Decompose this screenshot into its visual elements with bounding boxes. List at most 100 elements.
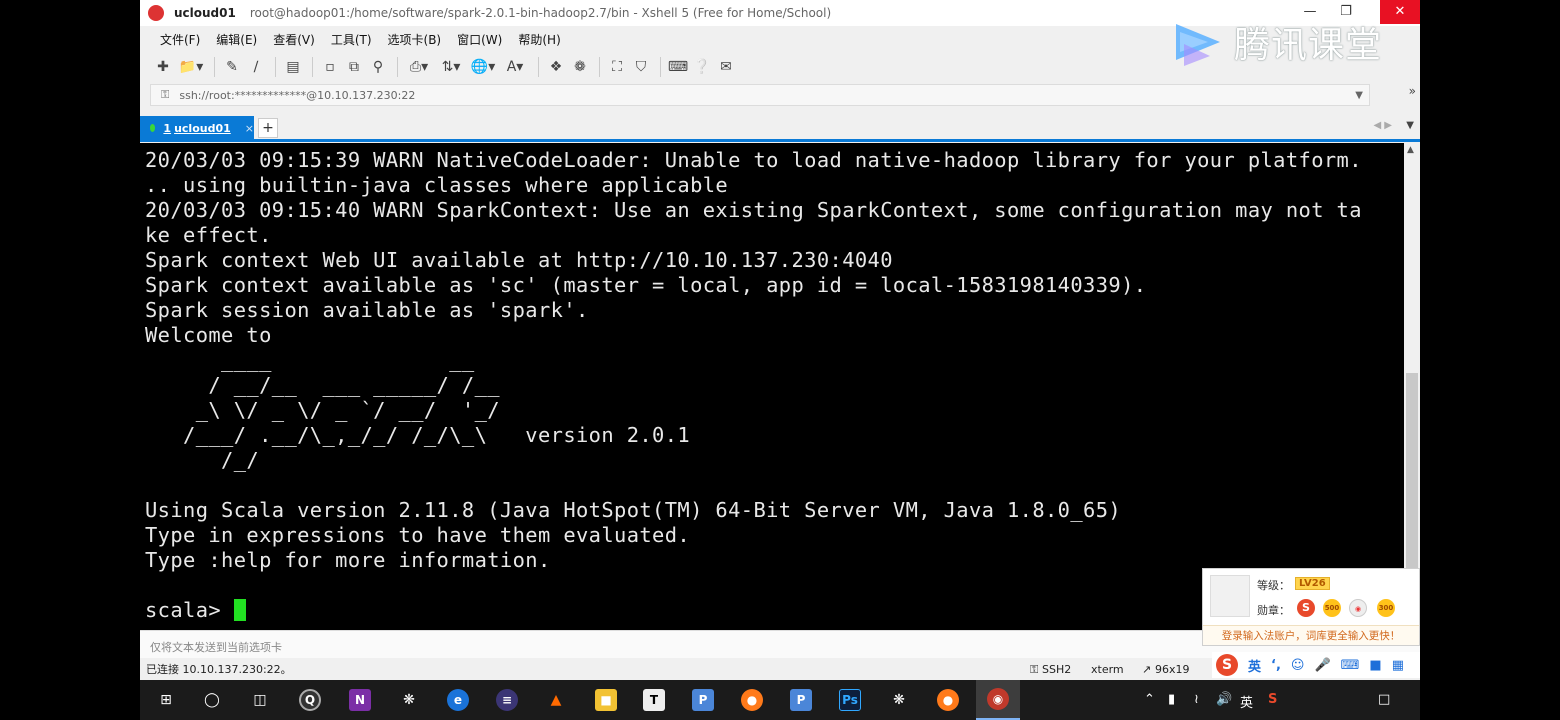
eraser-icon[interactable]: ∕ bbox=[245, 56, 267, 78]
app-fan-icon[interactable]: ❋ bbox=[395, 686, 423, 714]
sogou-logo-icon[interactable]: S bbox=[1216, 654, 1238, 676]
help-icon[interactable]: ❔ bbox=[691, 56, 713, 78]
find-icon[interactable]: ⚲ bbox=[367, 56, 389, 78]
punctuation-icon[interactable]: ‘, bbox=[1271, 658, 1281, 673]
app-fan-icon[interactable]: ❋ bbox=[885, 686, 913, 714]
notification-icon[interactable]: □ bbox=[1378, 692, 1390, 707]
chevron-down-icon[interactable]: ▼ bbox=[1355, 90, 1363, 101]
app-q-icon[interactable]: Q bbox=[296, 686, 324, 714]
menu-item[interactable]: 窗口(W) bbox=[449, 28, 510, 50]
microphone-icon[interactable]: 🎤 bbox=[1314, 658, 1330, 673]
play-logo-icon bbox=[1176, 24, 1220, 66]
transfer-icon[interactable]: ⇅▾ bbox=[436, 56, 466, 78]
close-icon[interactable]: ✕ bbox=[1380, 0, 1420, 24]
menu-item[interactable]: 查看(V) bbox=[265, 28, 323, 50]
terminal-line: Using Scala version 2.11.8 (Java HotSpot… bbox=[145, 498, 1122, 522]
terminal[interactable]: 20/03/03 09:15:39 WARN NativeCodeLoader:… bbox=[140, 143, 1404, 630]
menu-item[interactable]: 帮助(H) bbox=[510, 28, 568, 50]
chevron-up-icon[interactable]: ⌃ bbox=[1144, 692, 1155, 707]
terminal-line: ____ __ bbox=[221, 348, 475, 372]
matlab-icon[interactable]: ▲ bbox=[542, 686, 570, 714]
search-icon[interactable]: ◯ bbox=[198, 686, 226, 714]
globe-icon[interactable]: 🌐▾ bbox=[468, 56, 498, 78]
app-p-icon[interactable]: P bbox=[787, 686, 815, 714]
pencil-icon[interactable]: ✎ bbox=[221, 56, 243, 78]
sogou-tray-icon[interactable]: S bbox=[1268, 692, 1277, 707]
medal-badge: S bbox=[1297, 599, 1315, 617]
firefox-icon[interactable]: ● bbox=[934, 686, 962, 714]
windows-start-icon[interactable]: ⊞ bbox=[152, 686, 180, 714]
terminal-scrollbar[interactable]: ▲ bbox=[1404, 143, 1420, 630]
medal-badge: 300 bbox=[1377, 599, 1395, 617]
fullscreen-icon[interactable]: ⛶ bbox=[606, 56, 628, 78]
add-tab-button[interactable]: + bbox=[258, 118, 278, 138]
window-session-name: ucloud01 bbox=[174, 6, 236, 20]
copy-icon[interactable]: ⧉ bbox=[343, 56, 365, 78]
paste-icon[interactable]: ▫ bbox=[319, 56, 341, 78]
tab-close-icon[interactable]: × bbox=[245, 122, 254, 135]
address-bar[interactable]: ⚿ ssh://root:*************@10.10.137.230… bbox=[150, 84, 1370, 106]
medal-label: 勋章： bbox=[1257, 604, 1290, 617]
tab-scroll-icon[interactable]: ◀ ▶ bbox=[1373, 120, 1392, 131]
connected-status-icon bbox=[150, 124, 156, 132]
ime-login-tip[interactable]: 登录输入法账户，词库更全输入更快！ bbox=[1203, 625, 1419, 645]
properties-icon[interactable]: ▤ bbox=[282, 56, 304, 78]
new-session-icon[interactable]: ✚ bbox=[152, 56, 174, 78]
toolbar-separator bbox=[538, 57, 539, 77]
toolbar: ✚ 📁▾ ✎ ∕ ▤ ▫ ⧉ ⚲ ⎙▾ ⇅▾ 🌐▾ A▾ ❖ ❁ ⛶ ⛉ ⌨ ❔… bbox=[152, 54, 739, 80]
ime-language-toggle[interactable]: 英 bbox=[1248, 656, 1261, 675]
wifi-icon[interactable]: ≀ bbox=[1194, 692, 1199, 707]
file-explorer-icon[interactable]: ■ bbox=[592, 686, 620, 714]
terminal-line: Spark session available as 'spark'. bbox=[145, 298, 589, 322]
firefox-icon[interactable]: ● bbox=[738, 686, 766, 714]
skin-icon[interactable]: ■ bbox=[1369, 658, 1381, 673]
edge-icon[interactable]: e bbox=[444, 686, 472, 714]
script-icon[interactable]: ❁ bbox=[569, 56, 591, 78]
terminal-line: /_/ bbox=[221, 448, 260, 472]
open-folder-icon[interactable]: 📁▾ bbox=[176, 56, 206, 78]
photoshop-icon[interactable]: Ps bbox=[836, 686, 864, 714]
ime-account-popup[interactable]: 等级： LV26 勋章： S 500 ◉ 300 登录输入法账户，词库更全输入更… bbox=[1202, 568, 1420, 646]
terminal-line: ke effect. bbox=[145, 223, 272, 247]
toolbox-icon[interactable]: ▦ bbox=[1392, 658, 1404, 673]
menu-item[interactable]: 工具(T) bbox=[323, 28, 380, 50]
print-icon[interactable]: ⎙▾ bbox=[404, 56, 434, 78]
toolbar-separator bbox=[275, 57, 276, 77]
xshell-taskbar-icon[interactable]: ◉ bbox=[976, 680, 1020, 720]
tab-number: 1 bbox=[163, 121, 172, 135]
more-icon[interactable]: » bbox=[1409, 84, 1416, 98]
tab-menu-icon[interactable]: ▼ bbox=[1406, 120, 1414, 131]
eclipse-icon[interactable]: ≡ bbox=[493, 686, 521, 714]
toolbar-separator bbox=[214, 57, 215, 77]
ime-toolbar: S 英 ‘, ☺ 🎤 ⌨ ■ ▦ bbox=[1212, 652, 1420, 678]
input-language[interactable]: 英 bbox=[1240, 692, 1253, 711]
connection-status: 已连接 10.10.137.230:22。 bbox=[146, 663, 292, 676]
level-label: 等级： bbox=[1257, 579, 1290, 592]
scrollbar-thumb[interactable] bbox=[1406, 373, 1418, 573]
chat-icon[interactable]: ✉ bbox=[715, 56, 737, 78]
menu-item[interactable]: 文件(F) bbox=[152, 28, 208, 50]
scroll-up-icon[interactable]: ▲ bbox=[1407, 145, 1414, 155]
toolbar-separator bbox=[397, 57, 398, 77]
xftp-icon[interactable]: ❖ bbox=[545, 56, 567, 78]
menu-item[interactable]: 编辑(E) bbox=[208, 28, 265, 50]
send-to-tab-placeholder: 仅将文本发送到当前选项卡 bbox=[150, 641, 282, 654]
window-title: root@hadoop01:/home/software/spark-2.0.1… bbox=[249, 6, 832, 20]
tab-label: ucloud01 bbox=[174, 121, 231, 135]
tab-session[interactable]: 1 ucloud01 × bbox=[140, 116, 254, 140]
onenote-icon[interactable]: N bbox=[346, 686, 374, 714]
address-value[interactable]: ssh://root:*************@10.10.137.230:2… bbox=[179, 89, 415, 102]
battery-icon[interactable]: ▮ bbox=[1168, 692, 1175, 707]
lock-icon[interactable]: ⛉ bbox=[630, 56, 652, 78]
font-icon[interactable]: A▾ bbox=[500, 56, 530, 78]
menu-item[interactable]: 选项卡(B) bbox=[380, 28, 450, 50]
tex-icon[interactable]: T bbox=[640, 686, 668, 714]
terminal-lines: 20/03/03 09:15:39 WARN NativeCodeLoader:… bbox=[145, 148, 1362, 572]
keyboard-icon[interactable]: ⌨ bbox=[667, 56, 689, 78]
terminal-line: Spark context available as 'sc' (master … bbox=[145, 273, 1147, 297]
pycharm-p-icon[interactable]: P bbox=[689, 686, 717, 714]
keyboard-icon[interactable]: ⌨ bbox=[1341, 658, 1360, 673]
emoji-icon[interactable]: ☺ bbox=[1291, 658, 1305, 673]
volume-icon[interactable]: 🔊 bbox=[1216, 692, 1232, 707]
task-view-icon[interactable]: ◫ bbox=[246, 686, 274, 714]
